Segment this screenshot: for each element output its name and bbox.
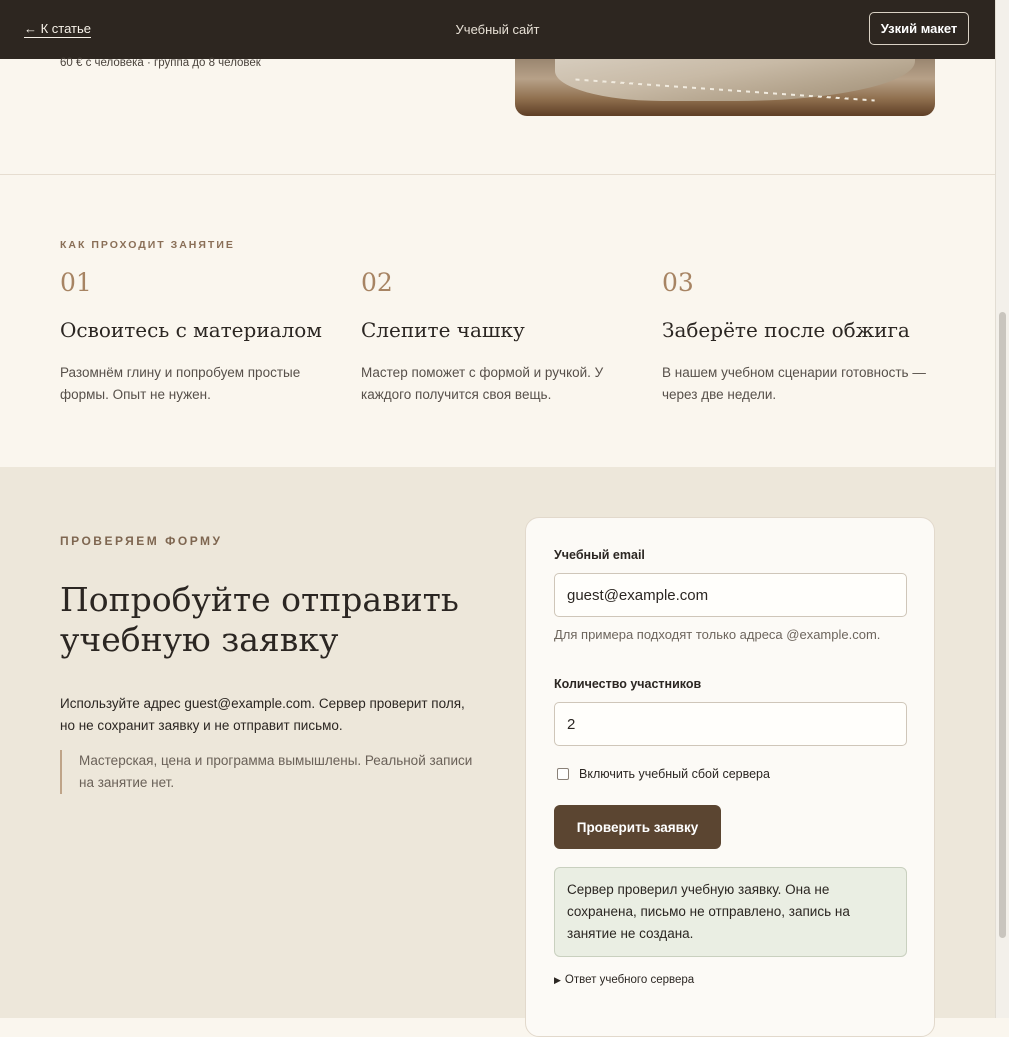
- step-card: 02 Слепите чашку Мастер поможет с формой…: [361, 268, 641, 406]
- disclosure-triangle-icon: ▶: [554, 974, 561, 985]
- server-result-message: Сервер проверил учебную заявку. Она не с…: [554, 867, 907, 957]
- step-card: 01 Освоитесь с материалом Разомнём глину…: [60, 268, 340, 406]
- request-form-card: Учебный email Для примера подходят тольк…: [525, 517, 935, 1037]
- check-request-button[interactable]: Проверить заявку: [554, 805, 721, 849]
- step-title: Слепите чашку: [361, 318, 525, 342]
- steps-eyebrow: КАК ПРОХОДИТ ЗАНЯТИЕ: [60, 239, 235, 251]
- section-divider: [0, 174, 995, 175]
- participants-label: Количество участников: [554, 677, 702, 691]
- form-section: ПРОВЕРЯЕМ ФОРМУ Попробуйте отправить уче…: [0, 467, 995, 1037]
- email-field[interactable]: [554, 573, 907, 617]
- server-response-disclosure[interactable]: ▶ Ответ учебного сервера: [554, 974, 694, 986]
- form-lead-text: Используйте адрес guest@example.com. Сер…: [60, 696, 465, 733]
- step-title: Заберёте после обжига: [662, 318, 910, 342]
- step-number: 02: [361, 268, 393, 297]
- step-text: Разомнём глину и попробуем простые формы…: [60, 365, 301, 402]
- hero-image: [515, 59, 935, 116]
- step-card: 03 Заберёте после обжига В нашем учебном…: [662, 268, 942, 406]
- server-failure-checkbox[interactable]: [557, 768, 569, 780]
- step-text: Мастер поможет с формой и ручкой. У кажд…: [361, 365, 604, 402]
- disclaimer-note: Мастерская, цена и программа вымышлены. …: [60, 750, 479, 794]
- email-hint: Для примера подходят только адреса @exam…: [554, 627, 881, 642]
- step-number: 03: [662, 268, 694, 297]
- server-failure-label: Включить учебный сбой сервера: [579, 767, 770, 781]
- step-text: В нашем учебном сценарии готовность — че…: [662, 365, 926, 402]
- participants-field[interactable]: [554, 702, 907, 746]
- site-title: Учебный сайт: [455, 22, 540, 37]
- narrow-layout-button[interactable]: Узкий макет: [869, 12, 969, 45]
- server-failure-option[interactable]: Включить учебный сбой сервера: [557, 767, 770, 781]
- form-eyebrow: ПРОВЕРЯЕМ ФОРМУ: [60, 534, 223, 548]
- step-number: 01: [60, 268, 92, 297]
- server-response-label: Ответ учебного сервера: [564, 974, 695, 986]
- form-heading: Попробуйте отправить учебную заявку: [60, 580, 459, 659]
- price-group-info: 60 € с человека · группа до 8 человек: [60, 57, 261, 69]
- scrollbar-thumb[interactable]: [999, 312, 1006, 938]
- top-bar: ← К статье Учебный сайт Узкий макет: [0, 0, 995, 59]
- email-label: Учебный email: [554, 548, 645, 562]
- step-title: Освоитесь с материалом: [60, 318, 322, 342]
